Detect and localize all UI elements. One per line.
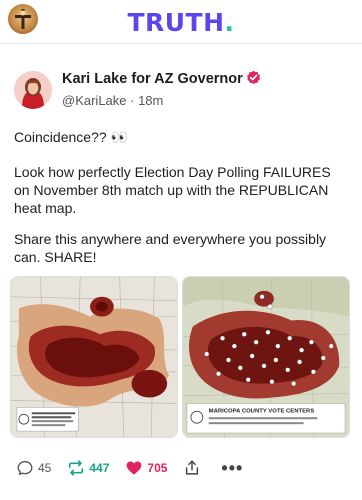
logo-text: TRUTH	[127, 8, 225, 37]
top-bar: TRUTH.	[0, 0, 362, 44]
like-button[interactable]: 705	[125, 459, 167, 477]
author-name[interactable]: Kari Lake for AZ Governor	[62, 70, 261, 87]
media-image-vote-centers[interactable]: MARICOPA COUNTY VOTE CENTERS	[182, 276, 350, 438]
post-actions: 45 447 705 •••	[16, 458, 259, 478]
retruth-icon	[69, 460, 84, 476]
like-count: 705	[147, 461, 168, 475]
retruth-button[interactable]: 447	[67, 459, 109, 477]
reply-icon	[17, 461, 33, 475]
truth-logo[interactable]: TRUTH.	[0, 8, 362, 37]
post-paragraph: Coincidence?? 👀	[14, 129, 128, 145]
map-caption: MARICOPA COUNTY VOTE CENTERS	[209, 408, 315, 414]
retruth-count: 447	[89, 461, 110, 475]
author-name-text: Kari Lake for AZ Governor	[62, 71, 243, 87]
post-paragraph: Look how perfectly Election Day Polling …	[14, 164, 331, 216]
logo-dot: .	[224, 8, 235, 37]
more-icon[interactable]: •••	[221, 459, 243, 477]
author-meta: @KariLake · 18m	[62, 93, 163, 108]
reply-button[interactable]: 45	[16, 459, 51, 477]
author-avatar[interactable]	[14, 71, 52, 109]
reply-count: 45	[38, 461, 52, 475]
heart-icon	[127, 461, 142, 475]
share-icon	[186, 460, 199, 475]
post-timestamp[interactable]: 18m	[138, 93, 163, 108]
share-button[interactable]	[183, 459, 205, 477]
post-media: MARICOPA COUNTY VOTE CENTERS	[10, 276, 350, 438]
post-paragraph: Share this anywhere and everywhere you p…	[14, 231, 327, 265]
media-image-heatmap[interactable]	[10, 276, 178, 438]
author-handle[interactable]: @KariLake	[62, 93, 127, 108]
verified-badge-icon	[246, 70, 260, 85]
meta-separator: ·	[126, 93, 139, 108]
